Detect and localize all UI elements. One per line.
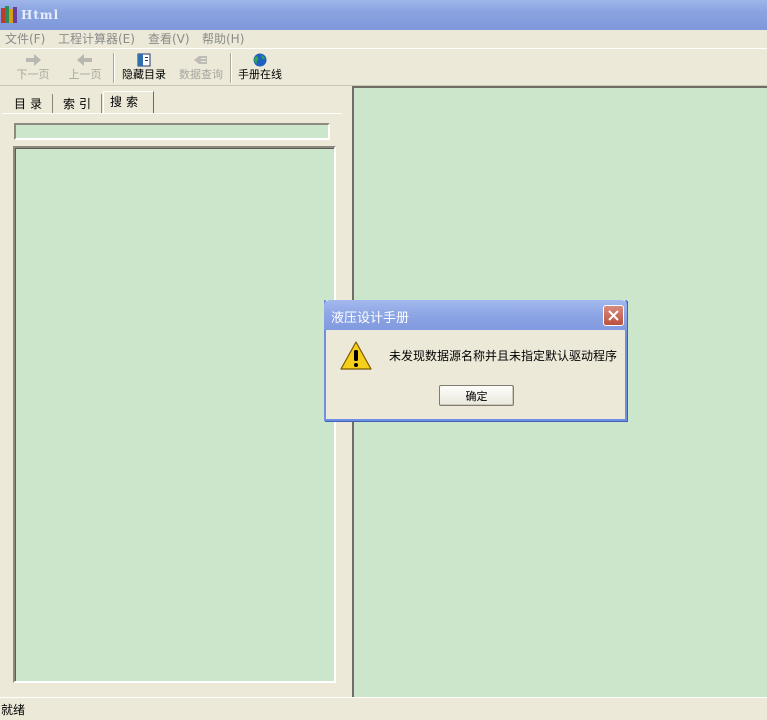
manual-online-button[interactable]: 手册在线 bbox=[236, 51, 284, 85]
data-query-label: 数据查询 bbox=[179, 68, 223, 81]
tab-toc[interactable]: 目录 bbox=[8, 94, 54, 114]
prev-page-label: 上一页 bbox=[68, 68, 102, 81]
error-dialog: 液压设计手册 未发现数据源名称并且未指定默认驱动程序 确定 bbox=[324, 300, 627, 421]
toolbar-separator bbox=[113, 53, 115, 83]
tab-strip: 目录 索引 搜索 bbox=[2, 88, 347, 114]
dialog-message: 未发现数据源名称并且未指定默认驱动程序 bbox=[389, 349, 618, 363]
dialog-title-bar[interactable]: 液压设计手册 bbox=[324, 300, 627, 330]
globe-icon bbox=[253, 53, 267, 67]
hide-toc-button[interactable]: 隐藏目录 bbox=[120, 51, 168, 85]
window-title: Html bbox=[21, 8, 60, 22]
status-bar: 就绪 bbox=[0, 697, 767, 720]
app-books-icon bbox=[1, 6, 19, 24]
hide-toc-label: 隐藏目录 bbox=[122, 68, 166, 81]
dialog-title: 液压设计手册 bbox=[331, 311, 410, 326]
data-query-button[interactable]: 数据查询 bbox=[176, 51, 226, 85]
search-input[interactable] bbox=[14, 123, 330, 140]
arrow-right-icon bbox=[26, 54, 41, 66]
next-page-label: 下一页 bbox=[16, 68, 50, 81]
tab-divider bbox=[2, 113, 342, 114]
close-icon bbox=[608, 310, 619, 321]
data-query-icon bbox=[194, 56, 207, 64]
menu-file[interactable]: 文件(F) bbox=[5, 31, 45, 47]
warning-icon bbox=[340, 341, 372, 370]
toolbar: 下一页 上一页 隐藏目录 数据查询 手册在线 bbox=[0, 48, 767, 86]
menu-help[interactable]: 帮助(H) bbox=[202, 31, 244, 47]
title-bar: Html bbox=[0, 0, 767, 30]
navigation-pane: 目录 索引 搜索 bbox=[2, 88, 347, 697]
ok-button[interactable]: 确定 bbox=[439, 385, 514, 406]
tab-search[interactable]: 搜索 bbox=[103, 91, 154, 114]
menu-view[interactable]: 查看(V) bbox=[148, 31, 190, 47]
tab-index[interactable]: 索引 bbox=[57, 94, 103, 114]
hide-toc-icon bbox=[137, 53, 151, 67]
dialog-close-button[interactable] bbox=[603, 305, 624, 326]
status-text: 就绪 bbox=[1, 703, 26, 717]
search-results-list[interactable] bbox=[13, 146, 336, 683]
menu-calculator[interactable]: 工程计算器(E) bbox=[58, 31, 135, 47]
arrow-left-icon bbox=[77, 54, 92, 66]
toolbar-separator bbox=[230, 53, 232, 83]
menu-bar: 文件(F) 工程计算器(E) 查看(V) 帮助(H) bbox=[0, 30, 767, 48]
prev-page-button[interactable]: 上一页 bbox=[64, 51, 106, 85]
next-page-button[interactable]: 下一页 bbox=[12, 51, 54, 85]
manual-online-label: 手册在线 bbox=[238, 68, 282, 81]
